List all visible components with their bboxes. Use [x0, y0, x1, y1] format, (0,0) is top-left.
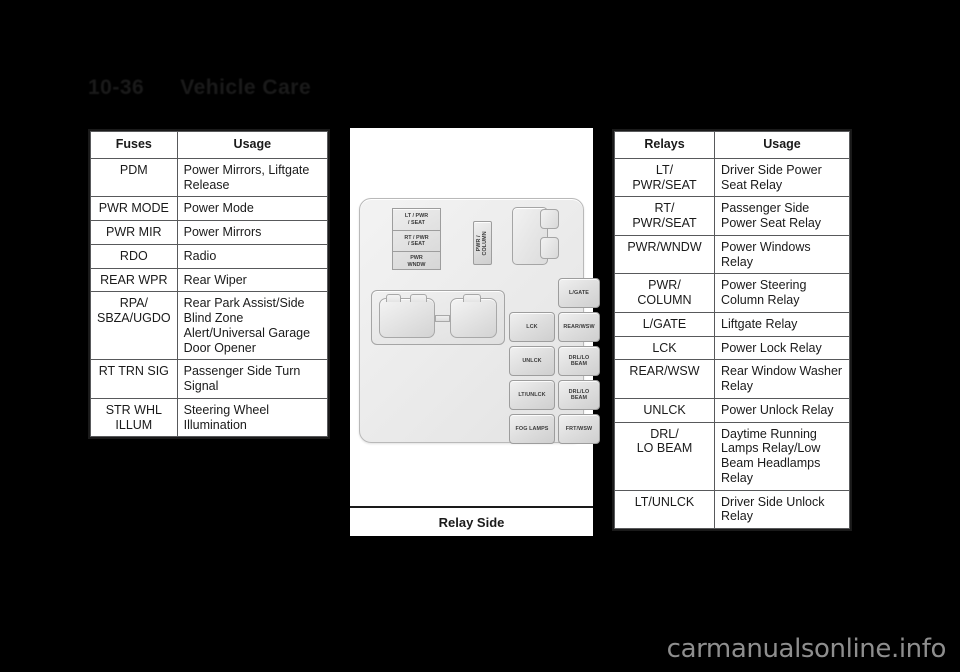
table-row: PWR/ COLUMN Power Steering Column Relay	[614, 273, 850, 313]
relay-block-pwr-column: PWR / COLUMN	[473, 221, 492, 265]
diagram-caption: Relay Side	[350, 506, 593, 536]
relay-name-cell: LT/ PWR/SEAT	[614, 157, 715, 198]
relay-name-cell: PWR/ COLUMN	[614, 273, 715, 313]
table-row: LCK Power Lock Relay	[614, 335, 850, 361]
relay-usage-cell: Liftgate Relay	[714, 311, 850, 337]
fuse-name-cell: STR WHL ILLUM	[90, 397, 178, 438]
fuse-name-cell: RPA/ SBZA/UGDO	[90, 291, 178, 361]
connector-tab-lower	[540, 237, 559, 259]
relay-name-cell: LCK	[614, 335, 715, 361]
column-header-relays: Relays	[614, 131, 715, 159]
relay-block-lt-unlck: LT/UNLCK	[509, 380, 555, 410]
relay-usage-cell: Driver Side Power Seat Relay	[714, 157, 850, 198]
table-row: PWR MIR Power Mirrors	[90, 220, 329, 245]
relay-usage-cell: Passenger Side Power Seat Relay	[714, 196, 850, 236]
fuse-usage-cell: Power Mirrors	[176, 220, 329, 245]
relay-block-rt-pwr-seat: RT / PWR / SEAT	[393, 231, 440, 252]
relay-block-l-gate: L/GATE	[558, 278, 600, 308]
relay-name-cell: PWR/WNDW	[614, 234, 715, 275]
table-row: LT/ PWR/SEAT Driver Side Power Seat Relay	[614, 157, 850, 198]
relay-name-cell: LT/UNLCK	[614, 489, 715, 529]
table-header-row: Fuses Usage	[90, 131, 329, 159]
fuse-usage-cell: Power Mirrors, Liftgate Release	[176, 157, 329, 198]
relay-block-drl-lo-beam-2: DRL/LO BEAM	[558, 380, 600, 410]
table-row: LT/UNLCK Driver Side Unlock Relay	[614, 489, 850, 529]
connector-tray	[371, 290, 505, 345]
relay-block-unlck: UNLCK	[509, 346, 555, 376]
plug-bridge	[435, 315, 450, 322]
page-header: 10-36 Vehicle Care	[88, 76, 311, 100]
connector-plug-right	[450, 294, 497, 338]
table-row: REAR WPR Rear Wiper	[90, 267, 329, 293]
column-header-usage: Usage	[176, 131, 329, 159]
relay-block-frt-wsw: FRT/WSW	[558, 414, 600, 444]
relay-block-rear-wsw: REAR/WSW	[558, 312, 600, 342]
table-row: PWR MODE Power Mode	[90, 196, 329, 221]
relay-name-cell: UNLCK	[614, 397, 715, 423]
fuse-name-cell: PWR MIR	[90, 220, 178, 245]
page-number: 10-36	[88, 76, 145, 99]
relay-usage-cell: Rear Window Washer Relay	[714, 359, 850, 399]
relay-usage-cell: Power Lock Relay	[714, 335, 850, 361]
relay-usage-cell: Power Windows Relay	[714, 234, 850, 275]
table-row: STR WHL ILLUM Steering Wheel Illumination	[90, 397, 329, 438]
fuse-name-cell: PDM	[90, 157, 178, 198]
fuse-name-cell: RDO	[90, 243, 178, 269]
relay-name-cell: L/GATE	[614, 311, 715, 337]
relay-block-lt-pwr-seat: LT / PWR / SEAT	[393, 209, 440, 231]
relay-name-cell: REAR/WSW	[614, 359, 715, 399]
fuse-usage-cell: Rear Park Assist/Side Blind Zone Alert/U…	[176, 291, 329, 361]
table-row: RT TRN SIG Passenger Side Turn Signal	[90, 359, 329, 399]
table-row: UNLCK Power Unlock Relay	[614, 397, 850, 423]
relay-block-drl-lo-beam-1: DRL/LO BEAM	[558, 346, 600, 376]
relay-block-pwr-wndw: PWR WNDW	[407, 255, 426, 268]
plug-nub	[410, 294, 427, 302]
connector-top-right	[512, 207, 559, 265]
connector-plug-left	[379, 294, 435, 338]
fuse-usage-cell: Steering Wheel Illumination	[176, 397, 329, 438]
page-title: Vehicle Care	[180, 76, 312, 99]
relay-block-pwr-column-label: PWR / COLUMN	[476, 230, 489, 256]
table-row: DRL/ LO BEAM Daytime Running Lamps Relay/…	[614, 421, 850, 491]
table-row: L/GATE Liftgate Relay	[614, 311, 850, 337]
table-row: PWR/WNDW Power Windows Relay	[614, 234, 850, 275]
table-row: PDM Power Mirrors, Liftgate Release	[90, 157, 329, 198]
relay-box-housing: LT / PWR / SEAT RT / PWR / SEAT PWR WNDW…	[359, 198, 600, 444]
diagram-stage: LT / PWR / SEAT RT / PWR / SEAT PWR WNDW…	[350, 128, 600, 506]
fuse-table: Fuses Usage PDM Power Mirrors, Liftgate R…	[88, 129, 330, 440]
plug-nub	[386, 294, 401, 302]
fuse-usage-cell: Power Mode	[176, 196, 329, 221]
column-header-usage: Usage	[714, 131, 850, 159]
site-watermark: carmanualsonline.info	[666, 634, 947, 664]
relay-usage-cell: Power Steering Column Relay	[714, 273, 850, 313]
table-row: REAR/WSW Rear Window Washer Relay	[614, 359, 850, 399]
fuse-name-cell: REAR WPR	[90, 267, 178, 293]
relay-block-lck: LCK	[509, 312, 555, 342]
fuse-usage-cell: Radio	[176, 243, 329, 269]
relay-name-cell: DRL/ LO BEAM	[614, 421, 715, 491]
table-row: RDO Radio	[90, 243, 329, 269]
fuse-usage-cell: Passenger Side Turn Signal	[176, 359, 329, 399]
relay-box-diagram-panel: LT / PWR / SEAT RT / PWR / SEAT PWR WNDW…	[350, 128, 600, 536]
plug-nub	[463, 294, 481, 302]
fuse-usage-cell: Rear Wiper	[176, 267, 329, 293]
connector-tab-upper	[540, 209, 559, 229]
relay-block-fog-lamps: FOG LAMPS	[509, 414, 555, 444]
table-header-row: Relays Usage	[614, 131, 850, 159]
fuse-name-cell: PWR MODE	[90, 196, 178, 221]
table-row: RT/ PWR/SEAT Passenger Side Power Seat Re…	[614, 196, 850, 236]
table-row: RPA/ SBZA/UGDO Rear Park Assist/Side Blin…	[90, 291, 329, 361]
relay-usage-cell: Driver Side Unlock Relay	[714, 489, 850, 529]
fuse-name-cell: RT TRN SIG	[90, 359, 178, 399]
seat-relay-stack: LT / PWR / SEAT RT / PWR / SEAT PWR WNDW	[392, 208, 441, 270]
relay-usage-cell: Power Unlock Relay	[714, 397, 850, 423]
relay-usage-cell: Daytime Running Lamps Relay/Low Beam Hea…	[714, 421, 850, 491]
relay-name-cell: RT/ PWR/SEAT	[614, 196, 715, 236]
relay-table: Relays Usage LT/ PWR/SEAT Driver Side Pow…	[612, 129, 852, 531]
column-header-fuses: Fuses	[90, 131, 178, 159]
